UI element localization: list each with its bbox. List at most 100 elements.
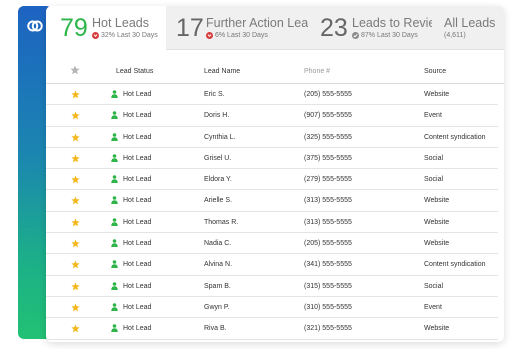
lead-status: Hot Lead	[123, 91, 152, 98]
table-header: Lead Status Lead Name Phone # Source	[46, 50, 504, 84]
person-icon	[111, 239, 118, 248]
phone-number: (315) 555-5555	[304, 282, 352, 290]
table-row[interactable]: Hot Lead Riva B. (321) 555-5555 Website	[46, 318, 498, 340]
phone-number: (341) 555-5555	[304, 261, 352, 269]
table-row[interactable]: Hot Lead Nadia C. (205) 555-5555 Website	[46, 233, 498, 255]
lead-source: Social	[424, 282, 444, 290]
star-icon[interactable]	[71, 196, 80, 205]
star-icon[interactable]	[71, 282, 80, 291]
trend-down-icon	[92, 32, 99, 39]
table-row[interactable]: Hot Lead Spam B. (315) 555-5555 Social	[46, 276, 498, 297]
tab-all-leads[interactable]: All Leads (4,611)	[432, 6, 504, 50]
lead-source: Website	[424, 218, 450, 226]
lead-source: Website	[424, 197, 450, 205]
lead-name[interactable]: Spam B.	[204, 283, 231, 290]
star-icon[interactable]	[71, 154, 80, 163]
table-row[interactable]: Hot Lead Gwyn P. (310) 555-5555 Event	[46, 297, 498, 319]
table-row[interactable]: Hot Lead Arielle S. (313) 555-5555 Websi…	[46, 190, 498, 212]
person-icon	[111, 324, 118, 333]
tab-count: 23	[320, 14, 348, 42]
tab-hot-leads[interactable]: 79 Hot Leads 32% Last 30 Days	[46, 6, 166, 50]
tab-bar: 79 Hot Leads 32% Last 30 Days 17 Further…	[46, 6, 504, 50]
tab-trend: 32% Last 30 Days	[92, 32, 158, 39]
lead-name[interactable]: Arielle S.	[204, 197, 232, 204]
table-row[interactable]: Hot Lead Alvina N. (341) 555-5555 Conten…	[46, 254, 498, 276]
star-column-icon[interactable]	[70, 65, 80, 75]
table-row[interactable]: Hot Lead Doris H. (907) 555-5555 Event	[46, 105, 498, 127]
person-icon	[111, 175, 118, 184]
lead-name[interactable]: Doris H.	[204, 112, 229, 119]
person-icon	[111, 303, 118, 311]
lead-status: Hot Lead	[123, 303, 152, 311]
star-icon[interactable]	[71, 260, 80, 269]
table-row[interactable]: Hot Lead Eldora Y. (279) 555-5555 Social	[46, 169, 498, 191]
tab-label: Further Action Leads	[206, 16, 322, 30]
leads-panel: 79 Hot Leads 32% Last 30 Days 17 Further…	[46, 6, 504, 342]
person-icon	[111, 260, 118, 269]
phone-number: (310) 555-5555	[304, 303, 352, 311]
person-icon	[111, 90, 118, 98]
lead-status: Hot Lead	[123, 261, 152, 269]
lead-name[interactable]: Gwyn P.	[204, 304, 230, 311]
column-header-phone[interactable]: Phone #	[304, 68, 330, 75]
tab-leads-to-review[interactable]: 23 Leads to Review 87% Last 30 Days	[308, 6, 444, 50]
lead-status: Hot Lead	[123, 240, 152, 248]
lead-source: Event	[424, 303, 442, 311]
logo-icon[interactable]	[26, 17, 44, 35]
phone-number: (321) 555-5555	[304, 325, 352, 333]
table-row[interactable]: Hot Lead Grisel U. (375) 555-5555 Social	[46, 148, 498, 170]
lead-status: Hot Lead	[123, 218, 152, 226]
star-icon[interactable]	[71, 175, 80, 184]
phone-number: (205) 555-5555	[304, 240, 352, 248]
check-icon	[352, 32, 359, 39]
lead-name[interactable]: Alvina N.	[204, 261, 232, 268]
phone-number: (313) 555-5555	[304, 218, 352, 226]
tab-label: Leads to Review	[352, 16, 445, 30]
lead-status: Hot Lead	[123, 282, 152, 290]
tab-trend: 87% Last 30 Days	[352, 32, 418, 39]
lead-status: Hot Lead	[123, 112, 152, 120]
star-icon[interactable]	[71, 133, 80, 142]
phone-number: (313) 555-5555	[304, 197, 352, 205]
star-icon[interactable]	[71, 90, 80, 99]
phone-number: (907) 555-5555	[304, 112, 352, 120]
column-header-lead-status[interactable]: Lead Status	[116, 68, 153, 75]
lead-name[interactable]: Nadia C.	[204, 240, 231, 247]
tab-trend: 6% Last 30 Days	[206, 32, 268, 39]
table-row[interactable]: Hot Lead Eric S. (205) 555-5555 Website	[46, 84, 498, 106]
lead-name[interactable]: Eldora Y.	[204, 176, 232, 183]
lead-status: Hot Lead	[123, 154, 152, 162]
lead-status: Hot Lead	[123, 133, 152, 141]
person-icon	[111, 196, 118, 205]
star-icon[interactable]	[71, 111, 80, 120]
lead-source: Event	[424, 112, 442, 120]
lead-source: Website	[424, 240, 450, 248]
lead-name[interactable]: Grisel U.	[204, 155, 231, 162]
star-icon[interactable]	[71, 218, 80, 227]
lead-name[interactable]: Cynthia L.	[204, 134, 236, 141]
trend-down-icon	[206, 32, 213, 39]
lead-name[interactable]: Thomas R.	[204, 219, 238, 226]
star-icon[interactable]	[71, 239, 80, 248]
column-header-lead-name[interactable]: Lead Name	[204, 68, 240, 75]
person-icon	[111, 217, 118, 226]
person-icon	[111, 154, 118, 162]
person-icon	[111, 281, 118, 290]
table-row[interactable]: Hot Lead Thomas R. (313) 555-5555 Websit…	[46, 212, 498, 234]
tab-further-action-leads[interactable]: 17 Further Action Leads 6% Last 30 Days	[166, 6, 321, 50]
star-icon[interactable]	[71, 303, 80, 312]
lead-name[interactable]: Riva B.	[204, 325, 227, 332]
lead-source: Website	[424, 91, 450, 98]
lead-source: Content syndication	[424, 133, 486, 141]
tab-trend-text: 87% Last 30 Days	[361, 32, 418, 39]
lead-name[interactable]: Eric S.	[204, 91, 225, 98]
table-body: Hot Lead Eric S. (205) 555-5555 Website …	[46, 84, 504, 340]
phone-number: (375) 555-5555	[304, 154, 352, 162]
lead-source: Social	[424, 176, 444, 184]
phone-number: (325) 555-5555	[304, 133, 352, 141]
column-header-source[interactable]: Source	[424, 68, 446, 75]
phone-number: (205) 555-5555	[304, 91, 352, 98]
phone-number: (279) 555-5555	[304, 176, 352, 184]
table-row[interactable]: Hot Lead Cynthia L. (325) 555-5555 Conte…	[46, 127, 498, 148]
star-icon[interactable]	[71, 324, 80, 333]
